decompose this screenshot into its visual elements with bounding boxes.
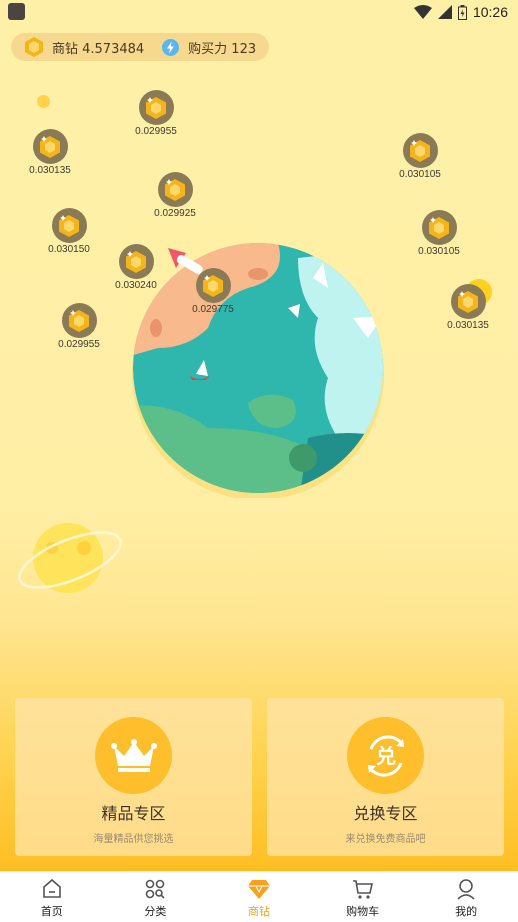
app-notification-icon bbox=[8, 3, 25, 20]
gem-reward[interactable]: 0.030105 bbox=[404, 210, 474, 257]
balance-pill[interactable]: 商钻 4.573484 购买力 123 bbox=[11, 33, 269, 61]
gem-value: 0.029775 bbox=[192, 304, 234, 315]
purchasing-power: 购买力 123 bbox=[188, 41, 257, 57]
tab-label: 购物车 bbox=[346, 905, 380, 918]
exchange-icon: 兑 bbox=[347, 717, 424, 794]
gem-value: 0.029925 bbox=[154, 208, 196, 219]
tab-profile[interactable]: 我的 bbox=[414, 872, 518, 922]
gem-reward[interactable]: 0.029775 bbox=[178, 268, 248, 315]
lightning-icon bbox=[162, 38, 180, 56]
gem-reward[interactable]: 0.030240 bbox=[101, 244, 171, 291]
tab-label: 商钻 bbox=[247, 905, 270, 918]
card-title: 精品专区 bbox=[101, 804, 166, 823]
home-icon bbox=[42, 878, 61, 898]
card-title: 兑换专区 bbox=[353, 804, 418, 823]
diamond-balance: 商钻 4.573484 bbox=[52, 41, 145, 57]
gem-reward[interactable]: 0.029955 bbox=[44, 303, 114, 350]
signal-icon bbox=[437, 5, 452, 19]
gem-reward[interactable]: 0.029955 bbox=[121, 90, 191, 137]
gem-icon bbox=[138, 90, 174, 125]
tab-label: 分类 bbox=[144, 905, 167, 918]
gem-reward[interactable]: 0.030135 bbox=[433, 284, 503, 331]
tab-diamond[interactable]: 商钻 bbox=[207, 872, 311, 922]
gem-icon bbox=[195, 268, 231, 303]
status-indicators: 10:26 bbox=[413, 3, 508, 21]
exchange-glyph: 兑 bbox=[376, 744, 396, 768]
user-icon bbox=[457, 879, 475, 900]
gem-icon bbox=[118, 244, 154, 279]
crown-icon bbox=[95, 717, 172, 794]
tab-label: 我的 bbox=[455, 905, 478, 918]
diamond-coin-icon bbox=[25, 37, 43, 57]
clock: 10:26 bbox=[472, 4, 508, 20]
diamond-icon bbox=[247, 880, 270, 899]
tab-cart[interactable]: 购物车 bbox=[311, 872, 415, 922]
gem-reward[interactable]: 0.030105 bbox=[385, 133, 455, 180]
gem-value: 0.030135 bbox=[29, 165, 71, 176]
premium-zone-card[interactable]: 精品专区 海量精品供您挑选 bbox=[15, 698, 252, 856]
gem-icon bbox=[61, 303, 97, 338]
gem-icon bbox=[402, 133, 438, 168]
tab-label: 首页 bbox=[40, 905, 63, 918]
gem-reward[interactable]: 0.029925 bbox=[140, 172, 210, 219]
card-subtitle: 海量精品供您挑选 bbox=[93, 834, 174, 845]
gem-icon bbox=[51, 208, 87, 243]
tab-home[interactable]: 首页 bbox=[0, 872, 104, 922]
bottom-tab-bar: 首页 分类 商钻 购物车 我的 bbox=[0, 871, 518, 922]
gem-reward[interactable]: 0.030150 bbox=[34, 208, 104, 255]
gem-value: 0.030105 bbox=[418, 246, 460, 257]
gem-icon bbox=[450, 284, 486, 319]
gem-value: 0.030105 bbox=[399, 169, 441, 180]
gem-value: 0.030135 bbox=[447, 320, 489, 331]
card-subtitle: 来兑换免费商品吧 bbox=[345, 834, 426, 845]
saturn-illustration bbox=[18, 523, 122, 593]
cart-icon bbox=[352, 880, 373, 899]
tab-category[interactable]: 分类 bbox=[104, 872, 208, 922]
decor-dot bbox=[37, 95, 50, 108]
gem-value: 0.029955 bbox=[135, 126, 177, 137]
category-icon bbox=[146, 879, 165, 899]
wifi-icon bbox=[413, 5, 432, 19]
gem-reward[interactable]: 0.030135 bbox=[15, 129, 85, 176]
status-bar: 10:26 bbox=[0, 0, 518, 24]
battery-icon bbox=[457, 4, 467, 20]
gem-value: 0.029955 bbox=[58, 339, 100, 350]
gem-value: 0.030240 bbox=[115, 280, 157, 291]
gem-icon bbox=[421, 210, 457, 245]
gem-value: 0.030150 bbox=[48, 244, 90, 255]
gem-icon bbox=[157, 172, 193, 207]
gem-icon bbox=[32, 129, 68, 164]
exchange-zone-card[interactable]: 兑 兑换专区 来兑换免费商品吧 bbox=[267, 698, 504, 856]
